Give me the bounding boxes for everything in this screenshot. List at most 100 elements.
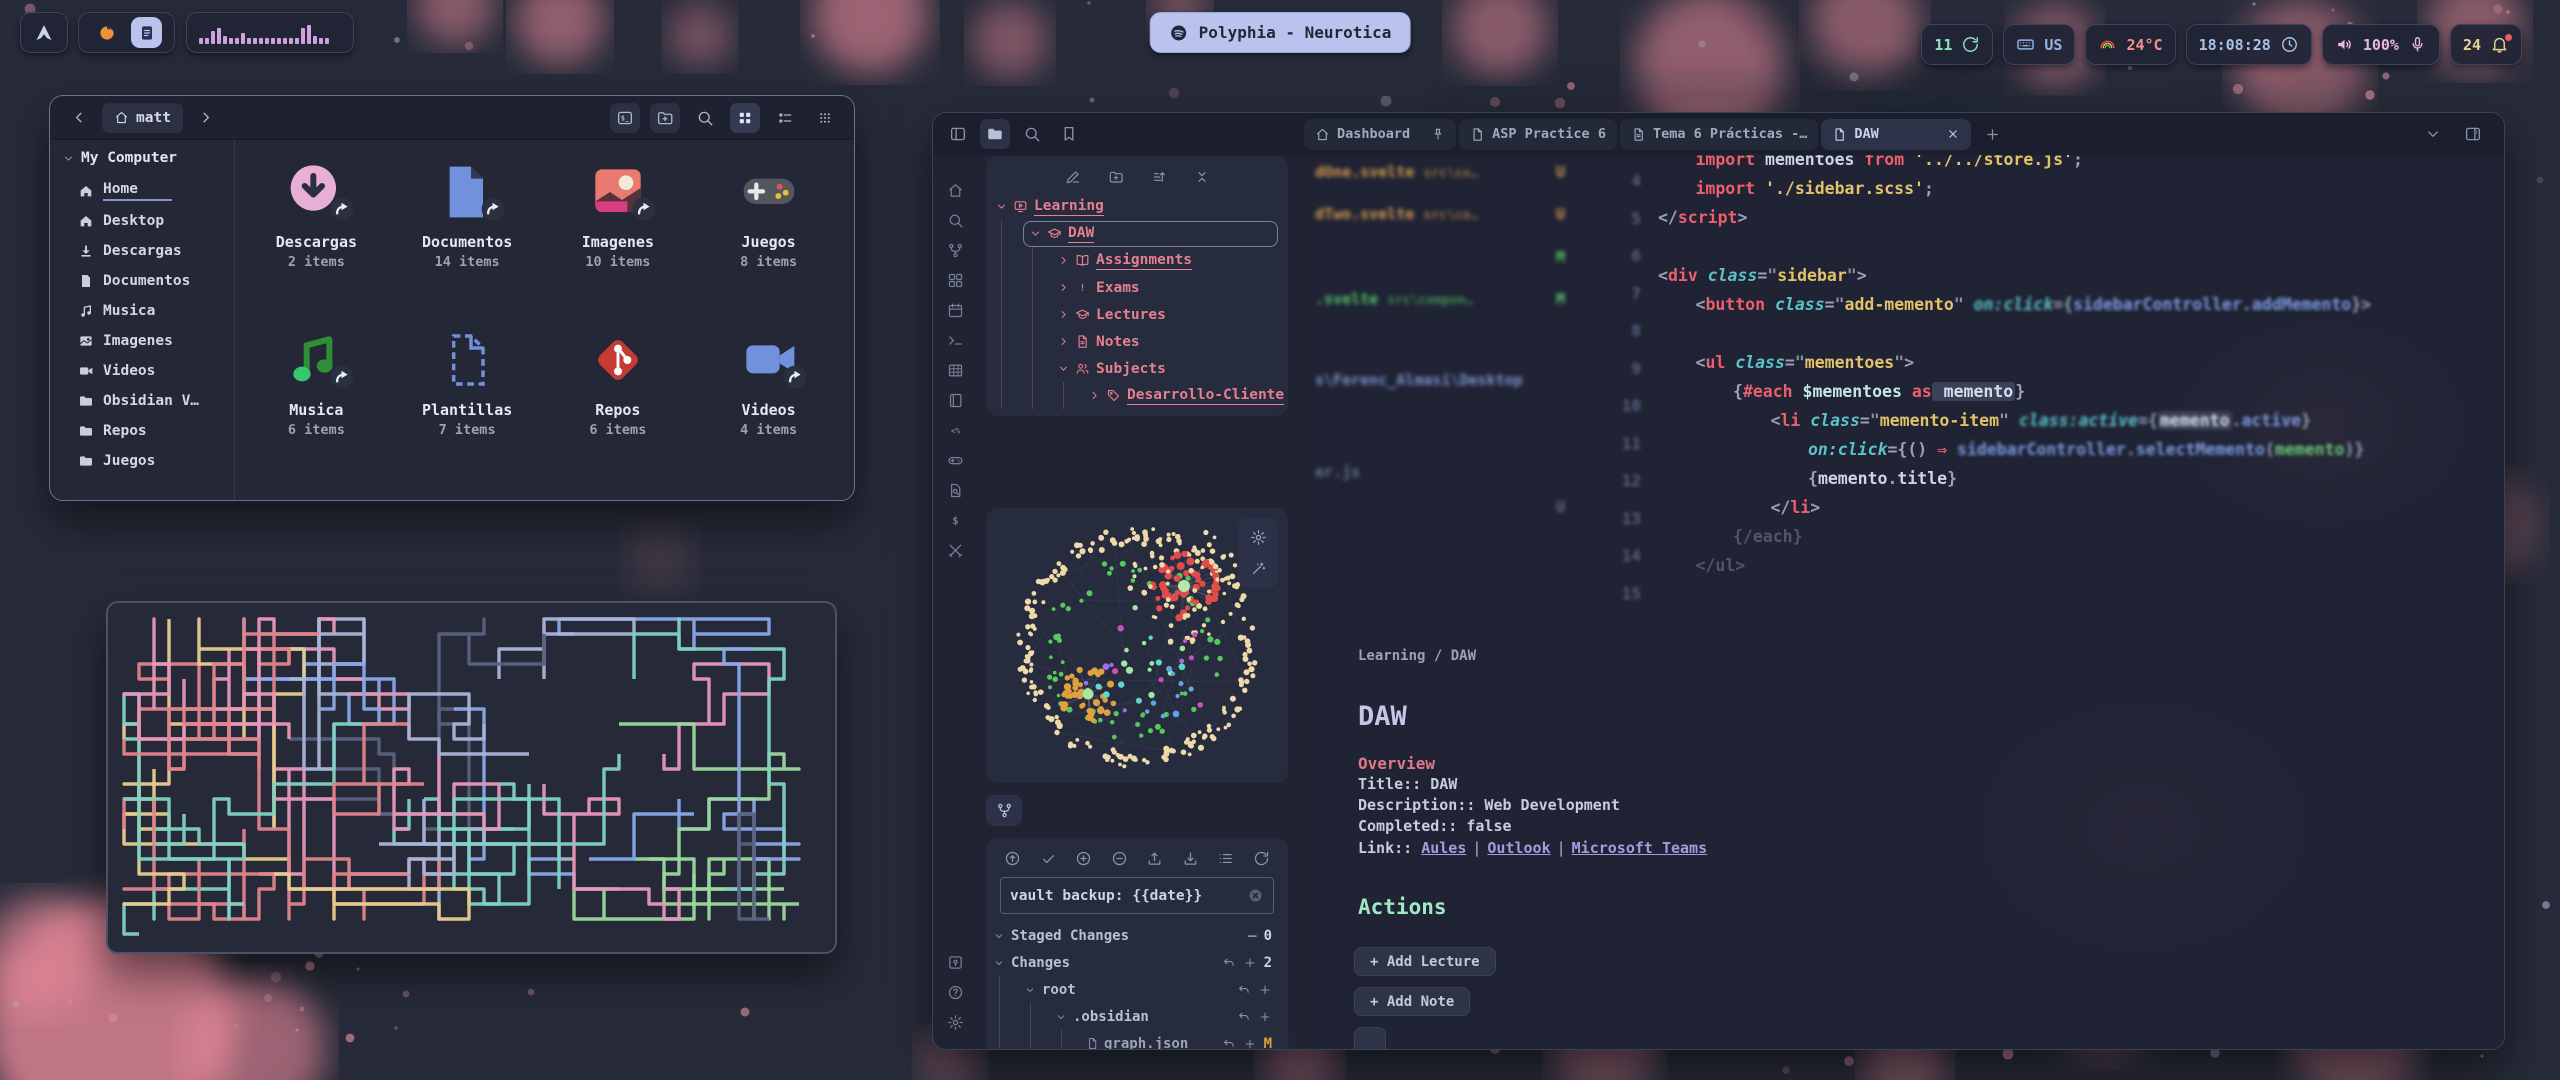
open-terminal-button[interactable]: $_	[610, 103, 640, 133]
ribbon-dollar-button[interactable]: $	[933, 505, 977, 535]
change-layout-button[interactable]	[1217, 850, 1234, 867]
toggle-left-sidebar-button[interactable]	[943, 119, 973, 149]
ribbon-git-fork-button[interactable]	[933, 235, 977, 265]
module-audio[interactable]: 100%	[2322, 24, 2440, 65]
sidebar-item-descargas[interactable]: Descargas	[62, 236, 234, 266]
action-button-2[interactable]: + Add Note	[1354, 987, 1470, 1016]
ribbon-swords-button[interactable]	[933, 535, 977, 565]
collapse-all-button[interactable]	[1194, 169, 1210, 185]
sidebar-item-musica[interactable]: Musica	[62, 296, 234, 326]
git-row-staged-changes[interactable]: Staged Changes—0	[990, 922, 1284, 949]
module-weather[interactable]: 24°C	[2085, 24, 2175, 65]
grid-view-button[interactable]	[730, 103, 760, 133]
folder-descargas[interactable]: Descargas2 items	[241, 154, 392, 322]
stage-all-button[interactable]	[1075, 850, 1092, 867]
plus-icon[interactable]	[1243, 1037, 1257, 1051]
folder-videos[interactable]: Videos4 items	[693, 322, 844, 490]
folder-juegos[interactable]: Juegos8 items	[693, 154, 844, 322]
graph-filter-button[interactable]	[1250, 560, 1267, 577]
ribbon-code-percent-button[interactable]: <%	[933, 415, 977, 445]
list-view-button[interactable]	[770, 103, 800, 133]
sidebar-item-home[interactable]: Home	[62, 176, 234, 206]
ribbon-home-button[interactable]	[933, 175, 977, 205]
tree-item-lectures[interactable]: Lectures	[992, 301, 1282, 328]
tree-item-assignments[interactable]: Assignments	[992, 247, 1282, 274]
files-button[interactable]	[980, 119, 1010, 149]
bookmarks-button[interactable]	[1054, 119, 1084, 149]
forward-button[interactable]	[191, 103, 221, 133]
tree-item-exams[interactable]: !Exams	[992, 274, 1282, 301]
discard-icon[interactable]	[1222, 1037, 1236, 1051]
sidebar-item-videos[interactable]: Videos	[62, 356, 234, 386]
search-button[interactable]	[690, 103, 720, 133]
back-icon[interactable]	[71, 109, 88, 126]
module-notifications[interactable]: 24	[2450, 24, 2522, 65]
tab-dashboard[interactable]: Dashboard	[1304, 119, 1456, 150]
menu-button[interactable]	[810, 103, 840, 133]
push-button[interactable]	[1146, 850, 1163, 867]
ribbon-file-search-button[interactable]	[933, 475, 977, 505]
dock-app-browser[interactable]	[91, 17, 122, 48]
stage-icon[interactable]	[1243, 956, 1257, 970]
forward-icon[interactable]	[197, 109, 214, 126]
stage-icon[interactable]	[1243, 1037, 1257, 1051]
discard-icon[interactable]	[1222, 956, 1236, 970]
module-clock[interactable]: 18:08:28	[2186, 24, 2312, 65]
git-row-graph-json[interactable]: graph.jsonM	[990, 1030, 1284, 1050]
git-row--obsidian[interactable]: .obsidian	[990, 1003, 1284, 1030]
tab-daw[interactable]: DAW	[1821, 119, 1970, 150]
ribbon-terminal-button[interactable]	[933, 325, 977, 355]
undo-icon[interactable]	[1237, 1010, 1251, 1024]
link-microsoft-teams[interactable]: Microsoft Teams	[1572, 839, 1707, 857]
note-breadcrumb[interactable]: Learning / DAW	[1358, 648, 1476, 664]
discard-icon[interactable]	[1237, 1010, 1251, 1024]
sidebar-item-repos[interactable]: Repos	[62, 416, 234, 446]
tree-item-learning[interactable]: Learning	[992, 193, 1282, 220]
back-button[interactable]	[64, 103, 94, 133]
folder-documentos[interactable]: Documentos14 items	[392, 154, 543, 322]
toggle-right-sidebar-button[interactable]	[2458, 119, 2488, 149]
clear-icon[interactable]	[1247, 887, 1264, 904]
plus-icon[interactable]	[1243, 956, 1257, 970]
tab-tema-6-pr-cticas-[interactable]: Tema 6 Prácticas -…	[1620, 119, 1818, 150]
sidebar-item-documentos[interactable]: Documentos	[62, 266, 234, 296]
undo-icon[interactable]	[1222, 956, 1236, 970]
tree-item-desarrollo-cliente[interactable]: Desarrollo-Cliente	[992, 382, 1282, 409]
sort-order-button[interactable]	[1151, 169, 1167, 185]
link-aules[interactable]: Aules	[1421, 839, 1466, 857]
dock-app-text-editor[interactable]	[131, 17, 162, 48]
search-button[interactable]	[1017, 119, 1047, 149]
new-tab-button[interactable]	[1978, 119, 2008, 149]
sidebar-item-juegos[interactable]: Juegos	[62, 446, 234, 476]
undo-icon[interactable]	[1237, 983, 1251, 997]
stage-icon[interactable]	[1258, 983, 1272, 997]
editor-pane[interactable]: dOne.svelte src\co…UdTwo.svelte src\co…U…	[1301, 155, 2504, 1050]
new-note-button[interactable]	[1065, 169, 1081, 185]
module-updates[interactable]: 11	[1921, 24, 1993, 65]
ribbon-grid-button[interactable]	[933, 265, 977, 295]
link-outlook[interactable]: Outlook	[1487, 839, 1550, 857]
tree-item-subjects[interactable]: Subjects	[992, 355, 1282, 382]
ribbon-book-button[interactable]	[933, 385, 977, 415]
folder-repos[interactable]: Repos6 items	[543, 322, 694, 490]
folder-plantillas[interactable]: Plantillas7 items	[392, 322, 543, 490]
folder-musica[interactable]: Musica6 items	[241, 322, 392, 490]
folder-imagenes[interactable]: Imagenes10 items	[543, 154, 694, 322]
sidebar-root[interactable]: My Computer	[62, 150, 234, 166]
new-folder-button[interactable]	[1108, 169, 1124, 185]
stage-icon[interactable]	[1258, 1010, 1272, 1024]
launcher-button[interactable]	[20, 12, 68, 53]
ribbon-gear-button[interactable]	[933, 1007, 977, 1037]
commit-button[interactable]	[1040, 850, 1057, 867]
tab-asp-practice-6[interactable]: ASP Practice 6	[1459, 119, 1617, 150]
sidebar-item-desktop[interactable]: Desktop	[62, 206, 234, 236]
unstage-icon[interactable]: —	[1248, 928, 1256, 944]
breadcrumb-segment[interactable]: DAW	[1451, 648, 1476, 664]
new-folder-button[interactable]	[650, 103, 680, 133]
graph-settings-button[interactable]	[1250, 529, 1267, 546]
ribbon-calendar-button[interactable]	[933, 295, 977, 325]
close-tab[interactable]	[1946, 127, 1960, 141]
sidebar-item-obsidian-v-[interactable]: Obsidian V…	[62, 386, 234, 416]
refresh-button[interactable]	[1253, 850, 1270, 867]
backup-button[interactable]	[1004, 850, 1021, 867]
